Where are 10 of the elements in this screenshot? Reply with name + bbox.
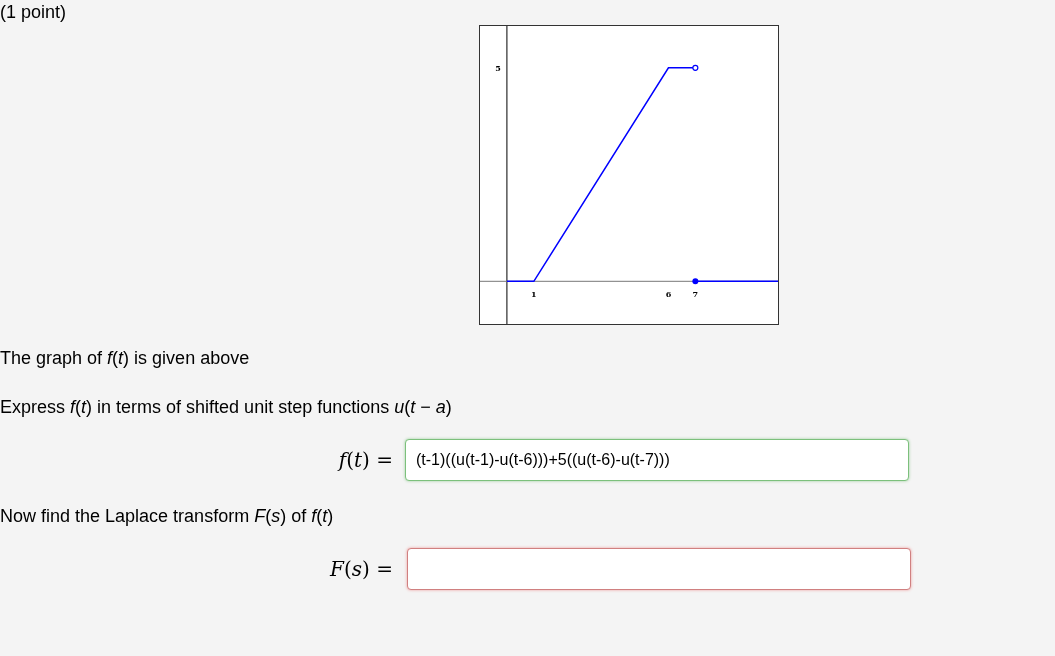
points-label: (1 point) bbox=[0, 1, 68, 21]
math-label: f(t) = bbox=[336, 447, 394, 474]
question-text: Express f(t) in terms of shifted unit step functions u(t − a) bbox=[0, 396, 453, 419]
math-label: F(s) = bbox=[328, 556, 394, 583]
tick-label: 6 bbox=[665, 289, 672, 300]
question-text: The graph of f(t) is given above bbox=[0, 347, 251, 370]
tick-label: 1 bbox=[531, 289, 537, 300]
tick-label: 5 bbox=[495, 62, 501, 73]
tick-label: 7 bbox=[692, 289, 699, 300]
question-text: Now find the Laplace transform F(s) of f(t) bbox=[0, 505, 335, 528]
